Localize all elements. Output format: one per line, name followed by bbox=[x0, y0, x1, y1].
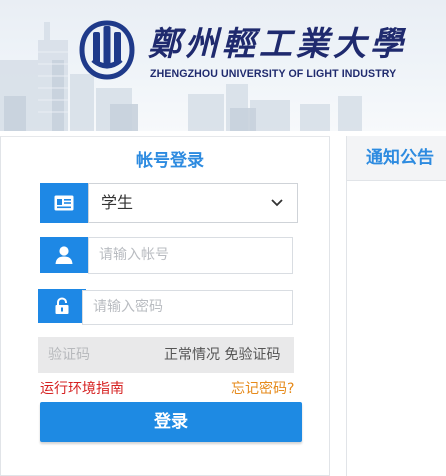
role-icon-box bbox=[40, 183, 88, 223]
id-card-icon bbox=[54, 195, 74, 211]
university-logo-icon bbox=[79, 20, 135, 80]
header-banner: 鄭州輕工業大學 ZHENGZHOU UNIVERSITY OF LIGHT IN… bbox=[0, 0, 446, 131]
chevron-down-icon bbox=[271, 199, 283, 207]
username-placeholder: 请输入帐号 bbox=[99, 247, 169, 263]
forgot-password-link[interactable]: 忘记密码? bbox=[231, 380, 294, 398]
username-icon-box bbox=[40, 237, 88, 273]
env-guide-link[interactable]: 运行环境指南 bbox=[40, 380, 124, 398]
password-placeholder: 请输入密码 bbox=[93, 299, 163, 315]
password-icon-box bbox=[38, 289, 86, 323]
role-select[interactable]: 学生 bbox=[88, 183, 298, 223]
role-select-value: 学生 bbox=[101, 193, 134, 212]
captcha-placeholder: 验证码 bbox=[48, 347, 90, 363]
password-input[interactable]: 请输入密码 bbox=[82, 290, 293, 325]
notice-title: 通知公告 bbox=[366, 148, 434, 168]
city-skyline-graphic bbox=[0, 22, 362, 131]
login-title: 帐号登录 bbox=[136, 151, 204, 171]
captcha-status-text: 正常情况 免验证码 bbox=[164, 347, 281, 363]
notice-panel: 通知公告 bbox=[346, 136, 446, 476]
username-input[interactable]: 请输入帐号 bbox=[88, 237, 293, 274]
captcha-input[interactable]: 验证码 正常情况 免验证码 bbox=[38, 337, 294, 373]
notice-tab[interactable]: 通知公告 bbox=[347, 136, 446, 181]
school-name-en: ZHENGZHOU UNIVERSITY OF LIGHT INDUSTRY bbox=[150, 68, 397, 80]
lock-icon bbox=[55, 297, 69, 314]
user-icon bbox=[55, 246, 73, 264]
school-name-cn: 鄭州輕工業大學 bbox=[148, 24, 407, 63]
login-button[interactable]: 登录 bbox=[40, 402, 302, 442]
